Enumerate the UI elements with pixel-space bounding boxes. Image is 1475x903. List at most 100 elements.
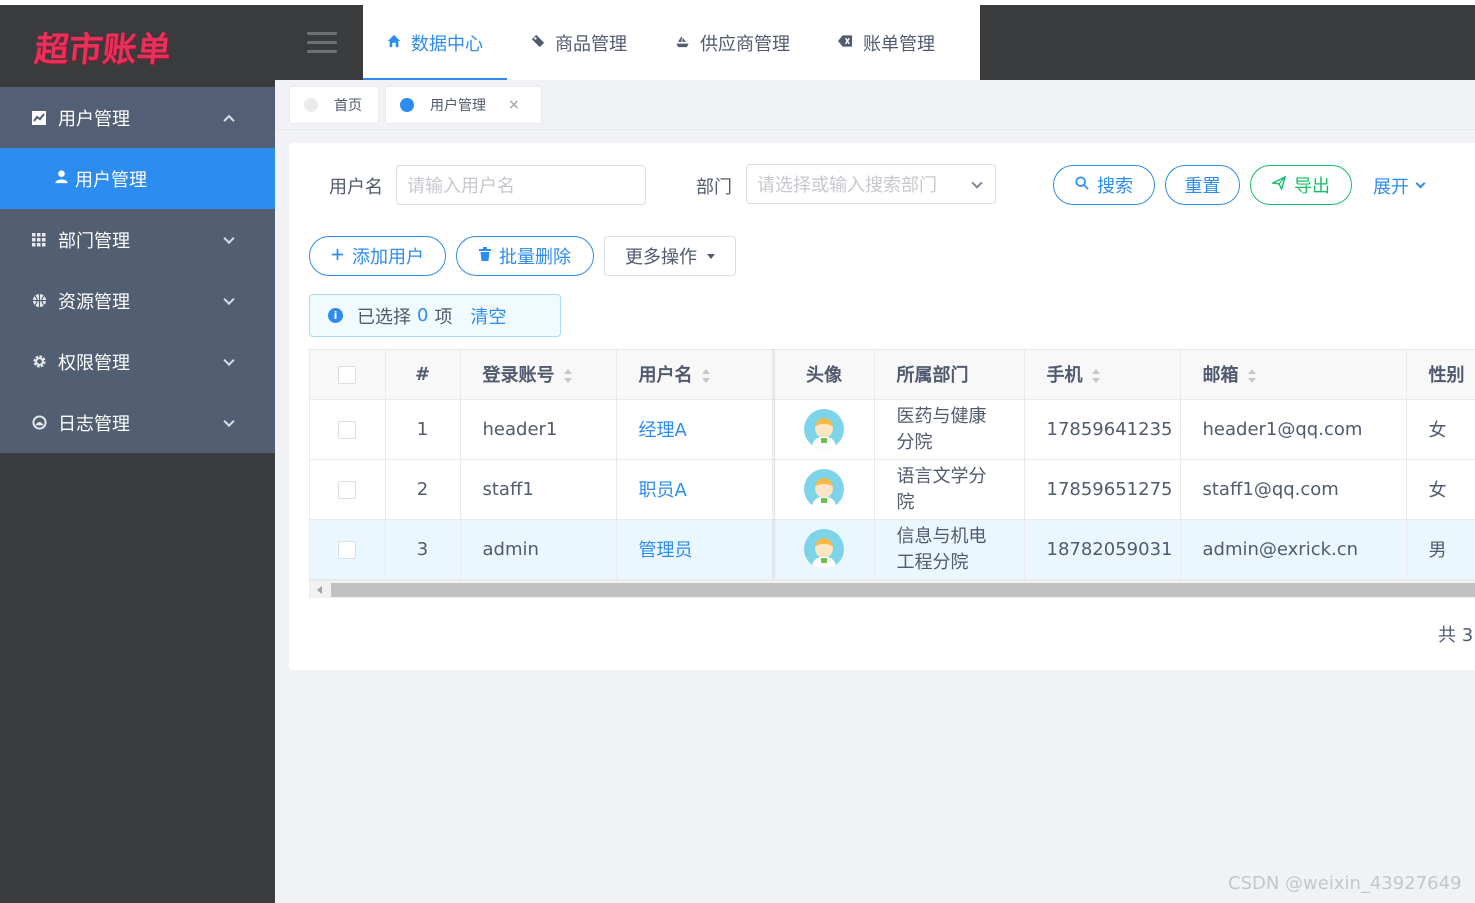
- department-select[interactable]: 请选择或输入搜索部门: [746, 164, 996, 204]
- sidebar-item-label: 权限管理: [58, 352, 130, 374]
- username-input[interactable]: 请输入用户名: [396, 165, 646, 205]
- chevron-down-icon: [223, 354, 235, 366]
- selection-alert: i 已选择 0 项 清空: [309, 294, 561, 337]
- selection-suffix: 项: [434, 306, 453, 328]
- column-header-avatar: 头像: [774, 350, 875, 400]
- cell-phone: 18782059031: [1024, 519, 1181, 580]
- sidebar-item-log-management[interactable]: 日志管理: [0, 392, 275, 453]
- row-checkbox[interactable]: [338, 540, 357, 559]
- chevron-up-icon: [223, 114, 235, 126]
- cell-department: 语言文学分院: [874, 459, 1025, 520]
- chevron-down-icon: [223, 293, 235, 305]
- page-tab-home[interactable]: 首页: [289, 86, 379, 124]
- ship-icon: [675, 34, 690, 52]
- sidebar-item-label: 日志管理: [58, 413, 130, 435]
- table-row[interactable]: 3 admin 管理员 信息与机电 工程分院 18782059031 admin@…: [310, 519, 1475, 580]
- column-header-phone[interactable]: 手机: [1024, 350, 1181, 400]
- cell-index: 1: [385, 399, 461, 460]
- department-label: 部门: [696, 177, 732, 198]
- table-row[interactable]: 1 header1 经理A 医药与健康 分院 17859641235 header…: [310, 399, 1475, 460]
- cell-index: 3: [385, 519, 461, 580]
- expand-label: 展开: [1373, 177, 1409, 198]
- nav-tab-label: 供应商管理: [700, 33, 790, 55]
- cell-department: 信息与机电 工程分院: [874, 519, 1025, 580]
- top-header: 数据中心 商品管理 供应商管理 账单管理: [275, 5, 1475, 80]
- cell-email: staff1@qq.com: [1180, 459, 1407, 520]
- sort-icon[interactable]: [1247, 369, 1257, 384]
- more-actions-dropdown[interactable]: 更多操作: [604, 236, 736, 276]
- sidebar-subitem-label: 用户管理: [75, 169, 147, 191]
- person-icon: [54, 169, 69, 188]
- close-box-icon: [838, 34, 853, 51]
- logo[interactable]: 超市账单: [0, 5, 275, 87]
- search-button[interactable]: 搜索: [1053, 165, 1155, 205]
- column-header-department: 所属部门: [874, 350, 1025, 400]
- nav-tab-data-center[interactable]: 数据中心: [363, 5, 507, 80]
- logo-text: 超市账单: [32, 29, 173, 70]
- cell-username-link[interactable]: 经理A: [616, 399, 775, 460]
- grid-icon: [30, 231, 48, 249]
- username-label: 用户名: [329, 177, 383, 198]
- column-header-username[interactable]: 用户名: [616, 350, 775, 400]
- column-header-login[interactable]: 登录账号: [460, 350, 617, 400]
- sidebar-item-permission-management[interactable]: 权限管理: [0, 331, 275, 392]
- row-checkbox[interactable]: [338, 480, 357, 499]
- scrollbar-thumb[interactable]: [331, 583, 1475, 597]
- chart-icon: [30, 109, 48, 127]
- trash-icon: [479, 247, 491, 265]
- row-checkbox[interactable]: [338, 420, 357, 439]
- cell-username-link[interactable]: 职员A: [616, 459, 775, 520]
- menu-toggle-icon[interactable]: [307, 32, 337, 53]
- cell-index: 2: [385, 459, 461, 520]
- chevron-down-icon: [223, 232, 235, 244]
- home-icon: [387, 34, 401, 52]
- select-all-checkbox[interactable]: [338, 365, 357, 384]
- cell-avatar: [774, 399, 875, 460]
- horizontal-scrollbar[interactable]: [309, 580, 1475, 598]
- nav-tab-label: 账单管理: [863, 33, 935, 55]
- scroll-left-icon[interactable]: [317, 586, 322, 594]
- cell-username-link[interactable]: 管理员: [616, 519, 775, 580]
- clear-selection-link[interactable]: 清空: [470, 303, 506, 329]
- column-header-index: #: [385, 350, 461, 400]
- row-select-cell: [310, 519, 386, 580]
- column-header-email[interactable]: 邮箱: [1180, 350, 1407, 400]
- sort-icon[interactable]: [1091, 369, 1101, 384]
- avatar: [804, 529, 844, 569]
- paper-plane-icon: [1270, 175, 1287, 194]
- table-header-row: # 登录账号 用户名 头像 所属部门 手机 邮箱 性别: [310, 350, 1475, 400]
- page-tab-label: 用户管理: [430, 98, 486, 114]
- top-nav: 数据中心 商品管理 供应商管理 账单管理: [363, 5, 980, 80]
- nav-tab-products[interactable]: 商品管理: [507, 5, 651, 80]
- export-button-label: 导出: [1294, 176, 1330, 197]
- cell-email: admin@exrick.cn: [1180, 519, 1407, 580]
- add-user-button[interactable]: 添加用户: [309, 236, 446, 276]
- caret-down-icon: [707, 253, 715, 259]
- nav-tab-label: 商品管理: [555, 33, 627, 55]
- row-select-cell: [310, 399, 386, 460]
- batch-delete-button[interactable]: 批量删除: [456, 236, 594, 276]
- export-button[interactable]: 导出: [1250, 165, 1352, 205]
- search-button-label: 搜索: [1097, 176, 1133, 197]
- nav-tab-suppliers[interactable]: 供应商管理: [651, 5, 814, 80]
- expand-toggle[interactable]: 展开: [1373, 173, 1426, 199]
- sidebar-item-resource-management[interactable]: 资源管理: [0, 270, 275, 331]
- cell-gender: 男: [1406, 519, 1475, 580]
- watermark: CSDN @weixin_43927649: [1228, 873, 1462, 894]
- sort-icon[interactable]: [563, 369, 573, 384]
- gauge-icon: [30, 414, 48, 432]
- nav-tab-bills[interactable]: 账单管理: [814, 5, 959, 80]
- select-all-cell: [310, 350, 386, 400]
- page-tab-user-management[interactable]: 用户管理 ×: [385, 86, 542, 124]
- reset-button[interactable]: 重置: [1165, 165, 1240, 205]
- sidebar-subitem-user-management[interactable]: 用户管理: [0, 148, 275, 209]
- column-header-gender: 性别: [1406, 350, 1475, 400]
- sort-icon[interactable]: [701, 369, 711, 384]
- close-icon[interactable]: ×: [508, 97, 520, 113]
- table-row[interactable]: 2 staff1 职员A 语言文学分院 17859651275 staff1@q…: [310, 459, 1475, 520]
- sidebar-item-user-management[interactable]: 用户管理: [0, 87, 275, 148]
- sidebar-item-label: 用户管理: [58, 108, 130, 130]
- basketball-icon: [30, 292, 48, 310]
- content-card: 用户名 请输入用户名 部门 请选择或输入搜索部门 搜索 重置 导出 展开 添加用…: [289, 143, 1475, 670]
- sidebar-item-department-management[interactable]: 部门管理: [0, 209, 275, 270]
